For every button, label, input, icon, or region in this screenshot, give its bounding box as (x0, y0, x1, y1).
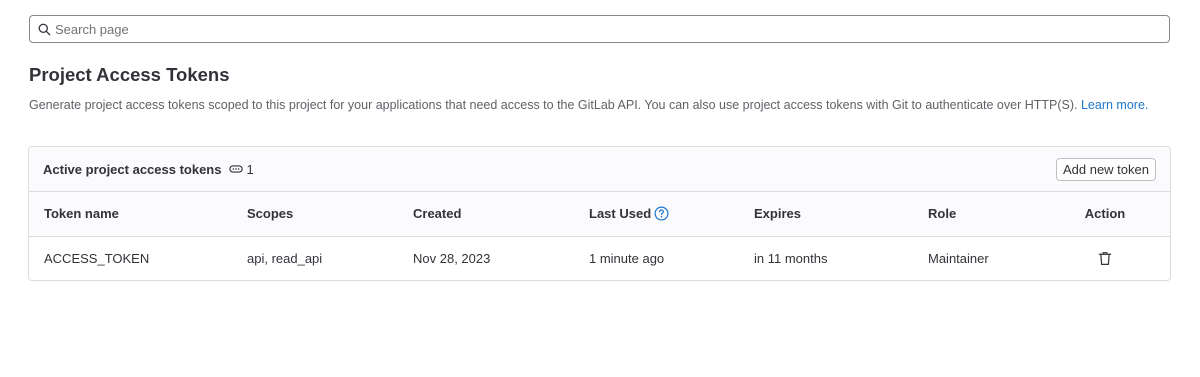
tokens-card: Active project access tokens 1 Add new t… (28, 146, 1171, 281)
add-new-token-button[interactable]: Add new token (1055, 158, 1156, 181)
card-header: Active project access tokens 1 Add new t… (29, 147, 1170, 192)
role-cell: Maintainer (928, 250, 989, 266)
page-title: Project Access Tokens (29, 64, 230, 85)
last-used-cell: 1 minute ago (589, 250, 665, 266)
expires-cell: in 11 months (754, 250, 828, 266)
action-cell (1058, 236, 1170, 280)
search-icon (38, 23, 51, 35)
search-bar[interactable] (29, 15, 1170, 43)
column-header-token-name: Token name (29, 192, 232, 237)
search-input[interactable] (55, 16, 1169, 42)
column-header-role: Role (913, 192, 1058, 237)
column-header-last-used: Last Used (574, 192, 739, 237)
last-used-label: Last Used (589, 206, 652, 222)
column-header-scopes: Scopes (232, 192, 398, 237)
section-description: Generate project access tokens scoped to… (29, 96, 1169, 115)
column-header-created: Created (398, 192, 574, 237)
table-header-row: Token name Scopes Created Last Used Expi… (29, 192, 1170, 237)
tokens-table: Token name Scopes Created Last Used Expi… (29, 192, 1170, 280)
description-text: Generate project access tokens scoped to… (29, 98, 1078, 112)
token-count: 1 (246, 161, 254, 177)
token-count-badge: 1 (229, 161, 254, 177)
token-icon (229, 165, 244, 173)
created-cell: Nov 28, 2023 (413, 250, 491, 266)
column-header-expires: Expires (739, 192, 913, 237)
column-header-action: Action (1058, 192, 1170, 237)
help-icon[interactable] (654, 206, 669, 221)
token-name-cell: ACCESS_TOKEN (44, 250, 150, 266)
table-row: ACCESS_TOKEN api, read_api Nov 28, 2023 … (29, 236, 1170, 280)
card-title: Active project access tokens (43, 161, 222, 177)
scopes-cell: api, read_api (247, 250, 323, 266)
learn-more-link[interactable]: Learn more. (1081, 98, 1148, 112)
trash-icon[interactable] (1098, 251, 1112, 266)
